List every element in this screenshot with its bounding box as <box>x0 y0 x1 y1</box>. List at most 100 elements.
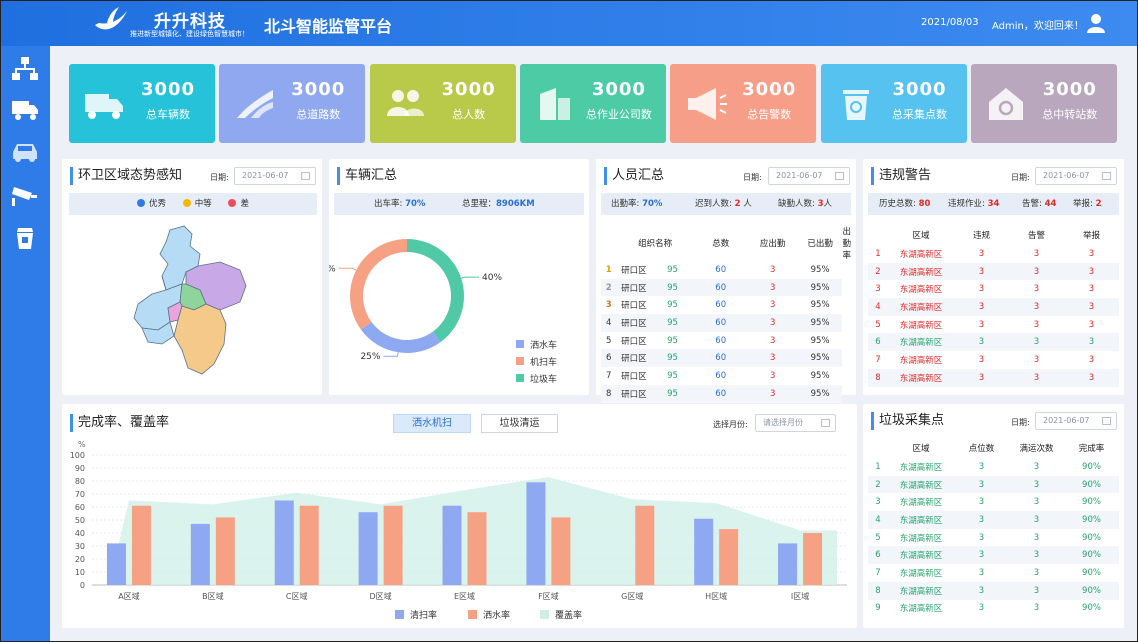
bar-清扫率-E区域[interactable] <box>442 505 462 585</box>
stat-card-2[interactable]: 3000 总道路数 <box>219 64 366 143</box>
table-row[interactable]: 4 东湖高新区 3 3 90% <box>868 511 1119 529</box>
sanitation-panel: 环卫区域态势感知 日期: 2021-06-07 优秀 中等 差 <box>62 159 322 395</box>
table-cell: 3 <box>1009 475 1064 494</box>
table-cell: 3 <box>747 314 798 332</box>
bar-洒水率-A区域[interactable] <box>131 505 151 585</box>
tab-sprinkle-sweep[interactable]: 洒水机扫 <box>393 414 471 433</box>
table-row[interactable]: 8 研口区 95 60 3 95% <box>601 384 851 403</box>
table-row[interactable]: 8 东湖高新区 3 3 3 <box>868 368 1119 387</box>
table-cell: 3 <box>954 546 1009 565</box>
table-cell: 研口区 <box>616 278 652 297</box>
alarm-total: 告警: 44 <box>1022 199 1057 209</box>
bar-清扫率-B区域[interactable] <box>190 523 210 585</box>
bar-清扫率-H区域[interactable] <box>694 518 714 585</box>
bar-清扫率-I区域[interactable] <box>778 543 798 585</box>
stat-card-3[interactable]: 3000 总人数 <box>369 64 516 143</box>
sanitation-date-picker[interactable]: 2021-06-07 <box>234 167 316 185</box>
bar-清扫率-A区域[interactable] <box>106 543 126 585</box>
table-row[interactable]: 2 东湖高新区 3 3 90% <box>868 475 1119 494</box>
bar-洒水率-D区域[interactable] <box>383 505 403 585</box>
bar-洒水率-F区域[interactable] <box>551 517 571 585</box>
table-row[interactable]: 2 东湖高新区 3 3 3 <box>868 262 1119 281</box>
collection-date-picker[interactable]: 2021-06-07 <box>1035 412 1117 430</box>
table-row[interactable]: 5 东湖高新区 3 3 90% <box>868 529 1119 547</box>
chart-legend-item[interactable]: 洒水率 <box>468 609 510 621</box>
table-row[interactable]: 6 东湖高新区 3 3 3 <box>868 333 1119 352</box>
car-icon[interactable] <box>11 138 39 164</box>
table-cell: 90% <box>1082 461 1101 472</box>
table-row[interactable]: 6 研口区 95 60 3 95% <box>601 349 851 368</box>
x-tick-label: D区域 <box>370 591 392 601</box>
table-row[interactable]: 7 东湖高新区 3 3 3 <box>868 351 1119 369</box>
y-tick-label: 30 <box>75 542 85 551</box>
table-row[interactable]: 3 研口区 95 60 3 95% <box>601 296 851 314</box>
collection-title: 垃圾采集点 <box>871 412 944 430</box>
table-row[interactable]: 3 东湖高新区 3 3 90% <box>868 493 1119 511</box>
table-row[interactable]: 1 东湖高新区 3 3 3 <box>868 245 1119 263</box>
table-row[interactable]: 7 东湖高新区 3 3 90% <box>868 564 1119 582</box>
personnel-date-picker[interactable]: 2021-06-07 <box>768 167 850 185</box>
bar-清扫率-D区域[interactable] <box>358 512 378 585</box>
month-picker[interactable]: 请选择月份 <box>755 414 836 432</box>
donut-legend-item[interactable]: 垃圾车 <box>516 373 557 385</box>
violation-date-label: 日期: <box>1011 173 1030 182</box>
donut-legend-item[interactable]: 洒水车 <box>516 339 557 351</box>
bar-洒水率-B区域[interactable] <box>215 517 235 585</box>
table-row[interactable]: 3 东湖高新区 3 3 3 <box>868 280 1119 298</box>
personnel-summary-strip: 出勤率: 70% 迟到人数: 2 人 缺勤人数: 3人 <box>601 193 851 215</box>
table-cell: 3 <box>1088 248 1095 259</box>
stat-card-1[interactable]: 3000 总车辆数 <box>69 64 215 143</box>
camera-icon[interactable] <box>11 181 39 207</box>
donut-slice-洒水车[interactable] <box>360 321 441 353</box>
table-row[interactable]: 8 东湖高新区 3 3 90% <box>868 581 1119 600</box>
table-cell: 3 <box>1009 298 1064 316</box>
sanitation-date-label: 日期: <box>210 173 229 182</box>
bar-清扫率-F区域[interactable] <box>526 482 546 585</box>
table-row[interactable]: 2 研口区 95 60 3 95% <box>601 278 851 297</box>
bar-洒水率-I区域[interactable] <box>803 533 823 585</box>
table-row[interactable]: 5 研口区 95 60 3 95% <box>601 332 851 350</box>
tab-garbage-clearing[interactable]: 垃圾清运 <box>481 414 558 433</box>
donut-slice-机扫车[interactable] <box>350 239 407 330</box>
row-index: 2 <box>868 262 888 281</box>
table-row[interactable]: 4 研口区 95 60 3 95% <box>601 314 851 332</box>
bar-洒水率-H区域[interactable] <box>719 529 739 585</box>
table-cell: 95 <box>667 300 678 311</box>
bar-洒水率-C区域[interactable] <box>299 505 319 585</box>
table-row[interactable]: 1 东湖高新区 3 3 90% <box>868 458 1119 476</box>
table-row[interactable]: 5 东湖高新区 3 3 3 <box>868 316 1119 334</box>
bar-洒水率-G区域[interactable] <box>635 505 655 585</box>
trash-bin-icon[interactable] <box>11 224 39 250</box>
table-cell: 3 <box>1033 603 1040 614</box>
truck-icon[interactable] <box>11 96 39 122</box>
app-window: 升升科技 推进新型城镇化、建设绿色智慧城市！ 北斗智能监管平台 2021/08/… <box>0 0 1138 642</box>
table-row[interactable]: 9 东湖高新区 3 3 90% <box>868 600 1119 618</box>
chart-legend-item[interactable]: 清扫率 <box>395 609 437 621</box>
column-header: 出勤率 <box>842 227 851 261</box>
table-row[interactable]: 7 研口区 95 60 3 95% <box>601 367 851 385</box>
table-row[interactable]: 6 东湖高新区 3 3 90% <box>868 546 1119 565</box>
user-avatar-icon[interactable] <box>1087 13 1105 33</box>
bar-洒水率-E区域[interactable] <box>467 512 487 585</box>
stat-card-6[interactable]: 3000 总采集点数 <box>820 64 967 143</box>
table-row[interactable]: 4 东湖高新区 3 3 3 <box>868 298 1119 316</box>
bar-清扫率-C区域[interactable] <box>274 500 294 586</box>
org-chart-icon[interactable] <box>11 56 39 82</box>
table-cell: 研口区 <box>616 384 652 403</box>
stat-card-7[interactable]: 3000 总中转站数 <box>970 64 1117 143</box>
chart-legend-item[interactable]: 覆盖率 <box>540 609 582 621</box>
stat-value: 3000 <box>892 79 947 100</box>
stat-card-4[interactable]: 3000 总作业公司数 <box>519 64 666 143</box>
row-index: 4 <box>868 511 888 529</box>
map-region-south[interactable] <box>173 303 227 375</box>
district-map[interactable] <box>122 224 262 384</box>
table-cell: 3 <box>1033 354 1040 365</box>
donut-legend-item[interactable]: 机扫车 <box>516 356 557 368</box>
donut-slice-垃圾车[interactable] <box>407 239 464 343</box>
row-index: 6 <box>601 349 617 368</box>
table-cell: 60 <box>693 384 748 403</box>
stat-card-5[interactable]: 3000 总告警数 <box>670 64 817 143</box>
violation-date-picker[interactable]: 2021-06-07 <box>1035 167 1117 185</box>
table-row[interactable]: 1 研口区 95 60 3 95% <box>601 261 851 279</box>
header-bar: 升升科技 推进新型城镇化、建设绿色智慧城市！ 北斗智能监管平台 2021/08/… <box>1 1 1137 46</box>
